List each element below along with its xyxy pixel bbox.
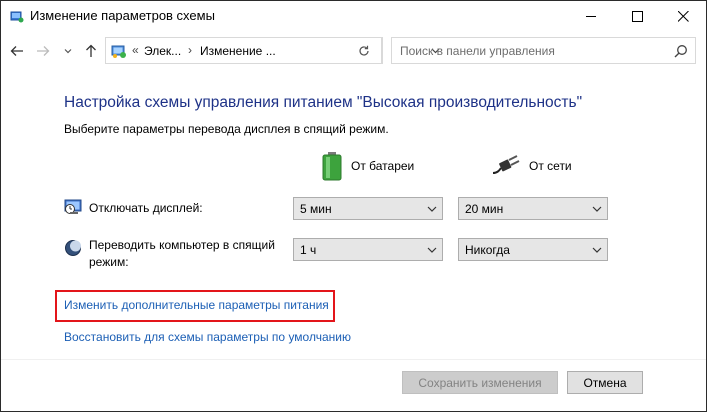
battery-column-label: От батареи [351,159,415,173]
battery-icon [322,152,342,181]
arrow-right-icon [37,46,50,56]
battery-column-header: От батареи [321,151,414,181]
chevron-down-icon [427,247,437,253]
control-panel-icon [111,45,126,58]
display-battery-select[interactable]: 5 мин [293,197,443,220]
maximize-button[interactable] [614,1,660,32]
power-options-icon [10,11,24,23]
up-button[interactable] [81,40,101,62]
breadcrumb-separator: « [132,43,139,57]
close-icon [677,11,689,22]
power-plug-icon [492,155,520,174]
navigation-bar: « Элек... › Изменение ... Поиск в панели… [1,32,706,70]
breadcrumb-separator: › [188,43,192,57]
chevron-down-icon [427,206,437,212]
select-value: 5 мин [300,202,332,216]
recent-locations-button[interactable] [61,40,75,62]
ac-column-label: От сети [529,159,572,173]
display-timer-icon [64,199,82,214]
chevron-down-icon [592,247,602,253]
select-value: 20 мин [465,202,504,216]
arrow-up-icon [86,44,96,57]
search-icon[interactable] [674,44,688,58]
chevron-down-icon [592,206,602,212]
sleep-label: Переводить компьютер в спящий режим: [89,238,275,269]
ac-column-header: От сети [491,151,572,181]
window-title: Изменение параметров схемы [30,8,215,23]
minimize-button[interactable] [568,1,614,32]
refresh-button[interactable] [347,37,382,64]
close-button[interactable] [660,1,706,32]
select-value: 1 ч [300,243,317,257]
advanced-settings-link[interactable]: Изменить дополнительные параметры питани… [64,298,329,312]
footer-divider [1,359,706,360]
search-box[interactable]: Поиск в панели управления [391,37,696,64]
page-subtitle: Выберите параметры перевода дисплея в сп… [64,122,389,136]
display-ac-select[interactable]: 20 мин [458,197,608,220]
chevron-down-icon [64,49,72,54]
breadcrumb-item[interactable]: Изменение ... [200,44,276,58]
window: Изменение параметров схемы « Элек... › И… [0,0,707,412]
maximize-icon [631,11,643,22]
select-value: Никогда [465,243,510,257]
forward-button[interactable] [33,40,53,62]
search-input[interactable]: Поиск в панели управления [400,44,555,58]
page-title: Настройка схемы управления питанием "Выс… [64,94,583,111]
arrow-left-icon [10,46,23,56]
minimize-icon [585,16,596,17]
breadcrumb-item[interactable]: Элек... [144,44,181,58]
restore-defaults-link[interactable]: Восстановить для схемы параметры по умол… [64,330,351,344]
save-changes-button[interactable]: Сохранить изменения [402,371,558,394]
turn-off-display-label: Отключать дисплей: [89,201,203,215]
sleep-battery-select[interactable]: 1 ч [293,238,443,261]
address-bar[interactable]: « Элек... › Изменение ... [105,37,439,64]
refresh-icon [359,45,369,56]
title-bar: Изменение параметров схемы [1,1,706,32]
sleep-moon-icon [65,240,81,256]
back-button[interactable] [7,40,27,62]
sleep-ac-select[interactable]: Никогда [458,238,608,261]
cancel-button[interactable]: Отмена [567,371,643,394]
